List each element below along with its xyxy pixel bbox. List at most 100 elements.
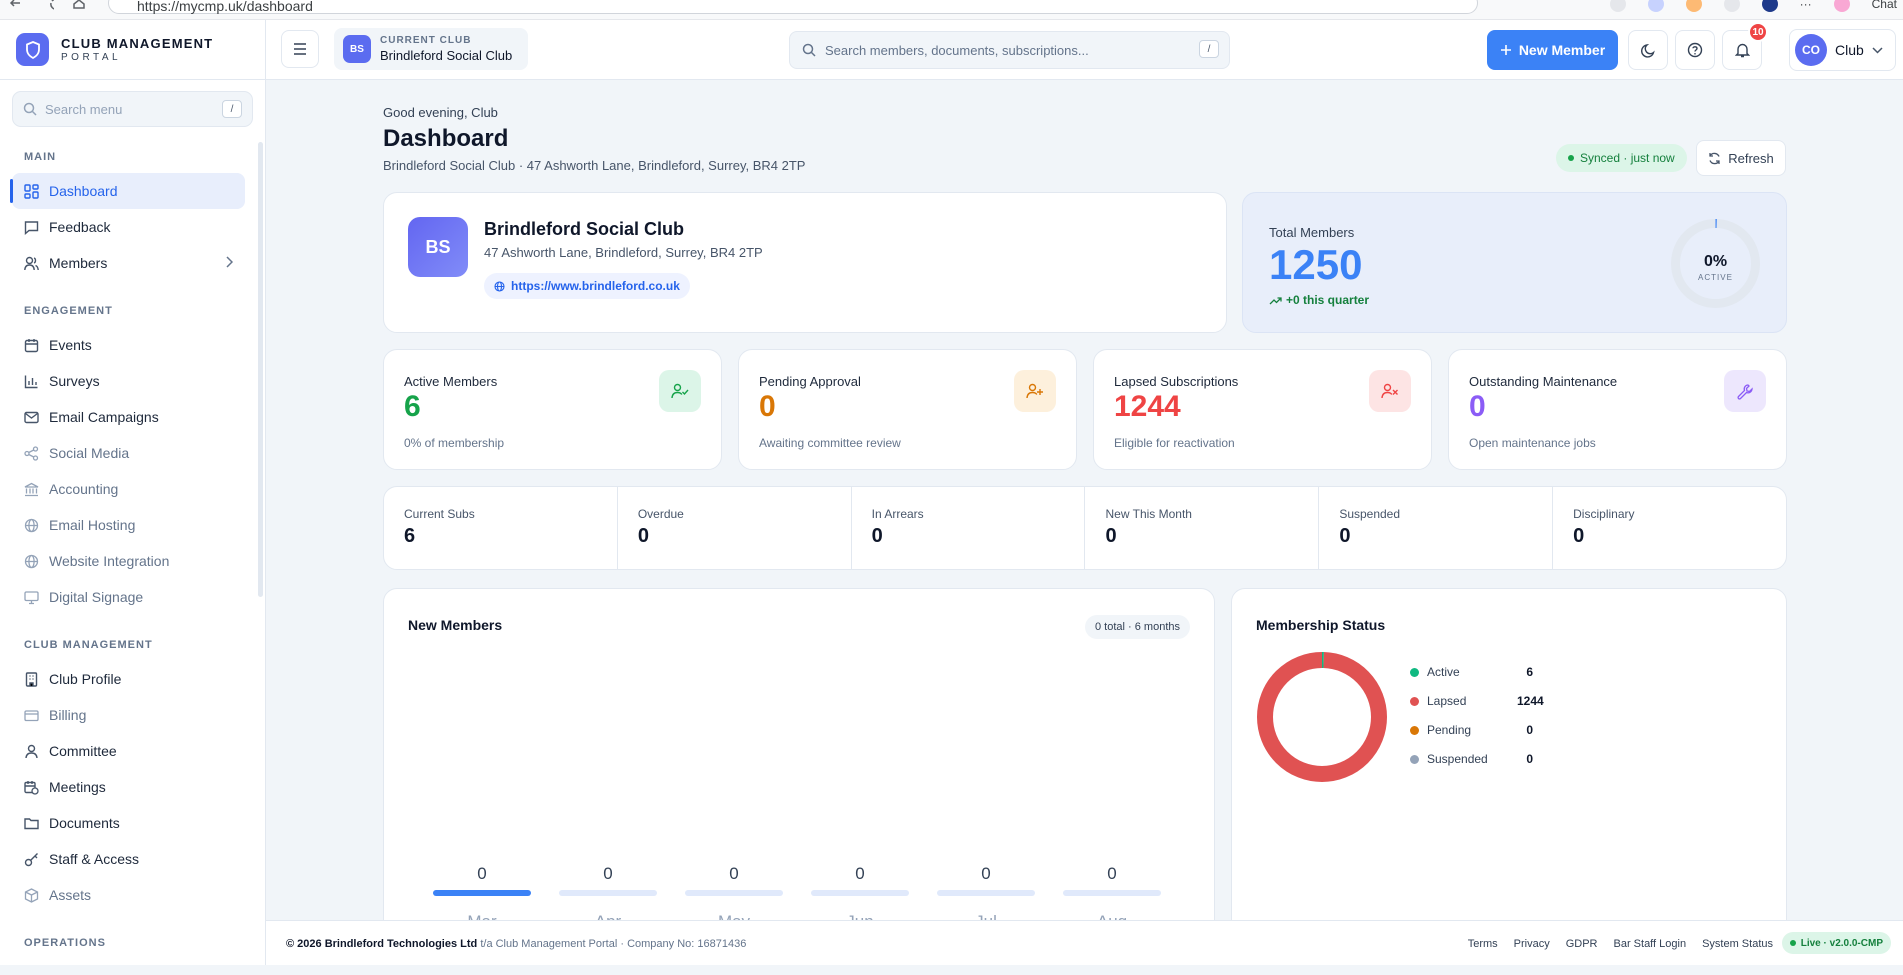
more-icon[interactable]: ··· (1800, 0, 1812, 11)
sidebar-item-meetings[interactable]: Meetings (12, 769, 245, 805)
top-header: BS CURRENT CLUB Brindleford Social Club … (266, 20, 1903, 80)
summary-in-arrears: In Arrears 0 (852, 487, 1086, 569)
club-avatar: BS (343, 35, 371, 63)
sidebar-item-members[interactable]: Members (12, 245, 245, 281)
x-tick-label: Aug (1097, 912, 1127, 920)
extension-label[interactable]: Chat (1872, 0, 1897, 11)
sidebar-item-digital-signage[interactable]: Digital Signage (12, 579, 245, 615)
new-member-button[interactable]: New Member (1487, 30, 1618, 70)
legend-value: 0 (1526, 723, 1533, 737)
monitor-icon (24, 590, 39, 604)
bar-track (685, 890, 783, 896)
shortcut-key: / (222, 100, 242, 118)
main-content: Good evening, Club Dashboard Brindleford… (266, 80, 1903, 920)
current-club-switcher[interactable]: BS CURRENT CLUB Brindleford Social Club (334, 28, 528, 70)
footer-link-gdpr[interactable]: GDPR (1566, 938, 1598, 950)
sidebar-item-label: Documents (49, 815, 120, 831)
reload-icon[interactable] (40, 0, 54, 14)
sidebar-item-email-campaigns[interactable]: Email Campaigns (12, 399, 245, 435)
club-website-link[interactable]: https://www.brindleford.co.uk (484, 273, 690, 299)
sidebar-item-website-integration[interactable]: Website Integration (12, 543, 245, 579)
sidebar-item-assets[interactable]: Assets (12, 877, 245, 913)
user-plus-icon (1014, 370, 1056, 412)
section-main: MAIN (24, 151, 57, 163)
sidebar-item-documents[interactable]: Documents (12, 805, 245, 841)
theme-toggle-button[interactable] (1628, 30, 1668, 70)
browser-extensions: ··· Chat (1609, 0, 1903, 12)
share-icon (24, 445, 39, 461)
footer-link-bar-staff-login[interactable]: Bar Staff Login (1614, 938, 1687, 950)
users-icon (24, 256, 39, 270)
refresh-button[interactable]: Refresh (1696, 140, 1786, 176)
brand-subtitle: PORTAL (61, 52, 122, 63)
membership-status-donut (1257, 652, 1387, 782)
legend-label: Pending (1427, 723, 1472, 737)
help-icon (1687, 42, 1703, 58)
sidebar-item-billing[interactable]: Billing (12, 697, 245, 733)
plus-icon (1500, 45, 1511, 55)
summary-new-this-month: New This Month 0 (1085, 487, 1320, 569)
global-search-input[interactable]: Search members, documents, subscriptions… (789, 31, 1230, 69)
sidebar-item-label: Website Integration (49, 553, 170, 569)
x-tick-label: Mar (467, 912, 497, 920)
sidebar-scrollbar[interactable] (258, 142, 263, 597)
help-button[interactable] (1675, 30, 1715, 70)
sidebar-item-surveys[interactable]: Surveys (12, 363, 245, 399)
message-icon (24, 220, 39, 235)
footer-link-terms[interactable]: Terms (1468, 938, 1498, 950)
legend-label: Suspended (1427, 752, 1488, 766)
sidebar-item-social-media[interactable]: Social Media (12, 435, 245, 471)
extension-icon[interactable] (1647, 0, 1664, 12)
address-bar[interactable]: https://mycmp.uk/dashboard (108, 0, 1478, 14)
club-address: 47 Ashworth Lane, Brindleford, Surrey, B… (484, 245, 763, 260)
bar-track (433, 890, 531, 896)
status-dot (1789, 940, 1796, 946)
sync-status-badge: Synced · just now (1556, 144, 1687, 172)
sidebar-item-committee[interactable]: Committee (12, 733, 245, 769)
bookmark-icon[interactable] (1609, 0, 1626, 12)
credit-card-icon (24, 709, 39, 721)
home-icon[interactable] (72, 0, 86, 14)
summary-value: 0 (871, 525, 883, 547)
summary-label: New This Month (1105, 507, 1192, 521)
bell-icon (1734, 43, 1750, 58)
extension-icon[interactable] (1833, 0, 1850, 12)
menu-toggle-button[interactable] (281, 30, 319, 68)
summary-value: 0 (1339, 525, 1351, 547)
bar-track (811, 890, 909, 896)
outstanding-maintenance-card: Outstanding Maintenance 0 Open maintenan… (1448, 349, 1787, 470)
profile-icon[interactable] (1761, 0, 1778, 12)
building-icon (25, 671, 38, 687)
club-avatar: BS (408, 217, 468, 277)
membership-status-title: Membership Status (1256, 617, 1386, 633)
back-icon[interactable] (8, 0, 22, 14)
sidebar-item-email-hosting[interactable]: Email Hosting (12, 507, 245, 543)
legend-item-suspended: Suspended 0 (1410, 752, 1533, 766)
sidebar-search-input[interactable]: Search menu / (12, 91, 253, 127)
footer: © 2026 Brindleford Technologies Ltd t/a … (266, 920, 1903, 965)
footer-link-system-status[interactable]: System Status (1702, 938, 1773, 950)
sidebar-item-dashboard[interactable]: Dashboard (10, 173, 245, 209)
x-tick-label: Apr (595, 912, 622, 920)
donut-slice-lapsed[interactable] (1257, 652, 1387, 782)
sidebar-item-club-profile[interactable]: Club Profile (12, 661, 245, 697)
sidebar-item-accounting[interactable]: Accounting (12, 471, 245, 507)
legend-value: 6 (1526, 665, 1533, 679)
sidebar-item-events[interactable]: Events (12, 327, 245, 363)
notifications-button[interactable]: 10 (1722, 22, 1768, 70)
sidebar-item-staff-access[interactable]: Staff & Access (12, 841, 245, 877)
sidebar-item-feedback[interactable]: Feedback (12, 209, 245, 245)
user-menu-button[interactable]: CO Club (1789, 29, 1896, 71)
moon-icon (1640, 43, 1655, 58)
sidebar: CLUB MANAGEMENT PORTAL Search menu / MAI… (0, 20, 266, 965)
gear-icon[interactable] (1723, 0, 1740, 12)
extension-icon[interactable] (1685, 0, 1702, 12)
summary-label: Suspended (1339, 507, 1401, 521)
sidebar-item-label: Surveys (49, 373, 100, 389)
bar-track (937, 890, 1035, 896)
summary-suspended: Suspended 0 (1319, 487, 1554, 569)
brand[interactable]: CLUB MANAGEMENT PORTAL (0, 20, 265, 80)
summary-label: Current Subs (404, 507, 475, 521)
user-check-icon (659, 370, 701, 412)
footer-link-privacy[interactable]: Privacy (1514, 938, 1550, 950)
